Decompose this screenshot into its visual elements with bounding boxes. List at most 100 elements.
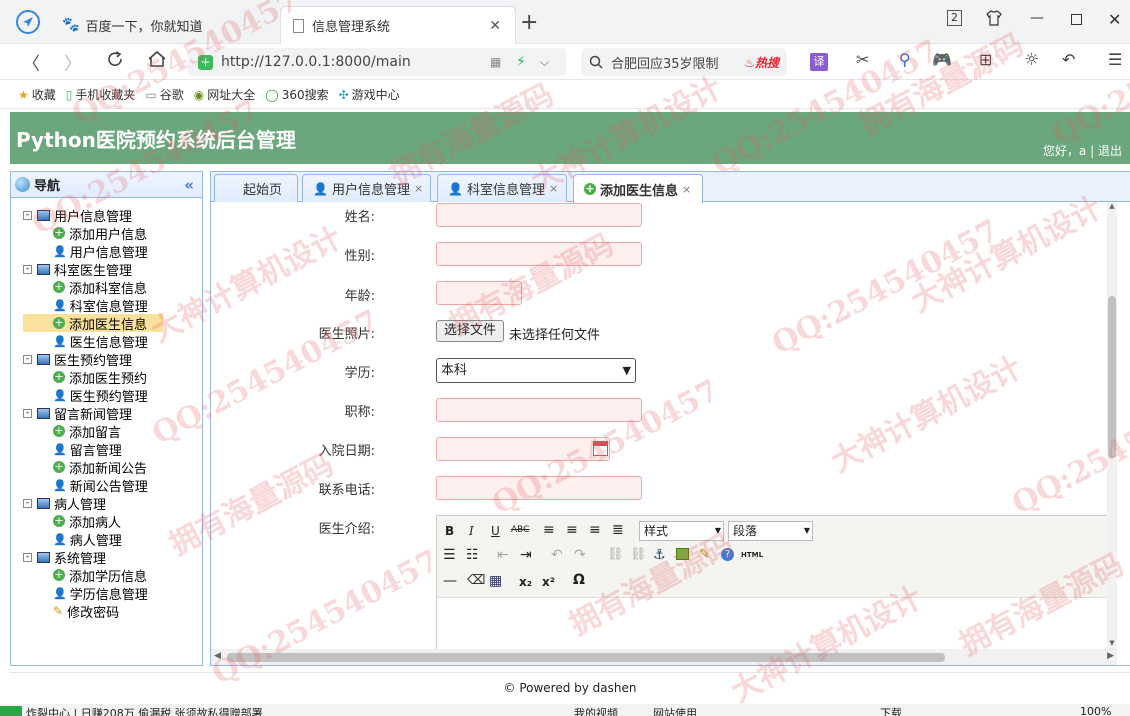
sidebar-group[interactable]: - 系统管理: [23, 548, 106, 567]
bookmark-google[interactable]: ▭ 谷歌: [145, 86, 183, 103]
sidebar-group[interactable]: - 用户信息管理: [23, 206, 132, 225]
sidebar-item[interactable]: 👤 科室信息管理: [53, 296, 148, 315]
scrollbar-down-arrow[interactable]: ▼: [1107, 639, 1117, 649]
bolt-icon[interactable]: ⚡: [516, 54, 526, 70]
style-select[interactable]: 样式 ▼: [639, 521, 724, 541]
name-input[interactable]: [436, 203, 642, 227]
browser-tab-baidu[interactable]: 🐾 百度一下，你就知道: [56, 6, 271, 44]
maximize-icon[interactable]: [1071, 14, 1082, 25]
align-justify-icon[interactable]: ≣: [612, 522, 624, 538]
eraser-icon[interactable]: ⌫: [467, 573, 485, 588]
sidebar-item[interactable]: 👤 医生信息管理: [53, 332, 148, 351]
bullet-list-icon[interactable]: ☰: [443, 547, 456, 563]
status-video[interactable]: 我的视频: [574, 705, 618, 716]
sidebar-item[interactable]: 👤 学历信息管理: [53, 584, 148, 603]
close-icon[interactable]: ×: [682, 183, 691, 196]
choose-file-button[interactable]: 选择文件: [436, 320, 505, 342]
chevron-down-icon[interactable]: ⌵: [540, 55, 549, 70]
sidebar-item[interactable]: + 添加留言: [53, 422, 121, 441]
sidebar-item[interactable]: + 添加用户信息: [53, 224, 147, 243]
sidebar-group[interactable]: - 留言新闻管理: [23, 404, 132, 423]
collapse-box-icon[interactable]: -: [23, 552, 32, 562]
tab-start[interactable]: 起始页: [214, 174, 298, 202]
close-icon[interactable]: ×: [414, 182, 423, 195]
bookmark-mobile[interactable]: ▯ 手机收藏夹: [66, 86, 136, 103]
shirt-icon[interactable]: [986, 10, 1002, 26]
sidebar-item[interactable]: + 添加新闻公告: [53, 458, 147, 477]
sidebar-item[interactable]: 👤 病人管理: [53, 530, 122, 549]
redo-icon[interactable]: ↷: [574, 547, 586, 563]
address-bar[interactable]: + http://127.0.0.1:8000/main ▦ ⚡ ⌵: [188, 48, 566, 76]
sidebar-item[interactable]: + 添加医生预约: [53, 368, 147, 387]
help-icon[interactable]: ?: [721, 548, 734, 561]
search-box[interactable]: 合肥回应35岁限制 ♨热搜: [581, 48, 787, 76]
hot-search-badge[interactable]: ♨热搜: [744, 54, 779, 71]
sidebar-item[interactable]: + 添加医生信息: [23, 314, 163, 333]
date-input[interactable]: [436, 437, 610, 461]
image-icon[interactable]: [676, 548, 689, 560]
sidebar-item[interactable]: 👤 用户信息管理: [53, 242, 148, 261]
gender-input[interactable]: [436, 242, 642, 266]
title-input[interactable]: [436, 398, 642, 422]
tab-user-info[interactable]: 👤 用户信息管理 ×: [302, 174, 431, 202]
link-icon[interactable]: ⛓: [607, 547, 624, 562]
search-text[interactable]: 合肥回应35岁限制: [611, 53, 719, 72]
scrollbar-thumb[interactable]: [1108, 296, 1116, 458]
translate-icon[interactable]: 译: [810, 53, 828, 71]
sidebar-item[interactable]: ✎ 修改密码: [53, 602, 119, 621]
scrollbar-thumb[interactable]: [227, 653, 945, 662]
tab-dept-info[interactable]: 👤 科室信息管理 ×: [437, 174, 567, 202]
undo-icon[interactable]: ↶: [551, 547, 563, 563]
scissors-icon[interactable]: ✂: [856, 50, 869, 69]
html-icon[interactable]: HTML: [741, 551, 763, 559]
bookmark-360[interactable]: ◯ 360搜索: [265, 86, 328, 103]
tab-add-doctor[interactable]: + 添加医生信息 ×: [573, 174, 703, 203]
status-zoom[interactable]: 100%: [1080, 705, 1111, 716]
logout-link[interactable]: 退出: [1098, 144, 1122, 158]
underline-icon[interactable]: U: [491, 524, 500, 538]
forward-icon[interactable]: 〉: [64, 50, 82, 76]
new-tab-button[interactable]: +: [520, 10, 538, 35]
apps-grid-icon[interactable]: ⊞: [979, 50, 992, 69]
magnifier-icon[interactable]: ⚲: [899, 50, 911, 69]
scrollbar-up-arrow[interactable]: ▲: [1107, 202, 1117, 212]
education-select[interactable]: 本科 ▼: [436, 358, 636, 383]
home-icon[interactable]: [147, 50, 167, 68]
browser-logo-icon[interactable]: [16, 10, 40, 34]
subscript-icon[interactable]: x₂: [519, 575, 532, 589]
sidebar-item[interactable]: + 添加病人: [53, 512, 121, 531]
gamepad-icon[interactable]: 🎮: [932, 50, 952, 69]
back-icon[interactable]: 〈: [22, 50, 40, 76]
superscript-icon[interactable]: x²: [542, 575, 555, 589]
scrollbar-left-arrow[interactable]: ◀: [214, 651, 221, 661]
close-tab-icon[interactable]: ✕: [489, 18, 501, 34]
collapse-box-icon[interactable]: -: [23, 210, 32, 220]
align-left-icon[interactable]: ≡: [543, 522, 555, 538]
collapse-box-icon[interactable]: -: [23, 408, 32, 418]
qr-icon[interactable]: ▦: [490, 55, 501, 69]
table-icon[interactable]: ▦: [489, 573, 502, 589]
collapse-icon[interactable]: «: [184, 176, 194, 194]
collapse-box-icon[interactable]: -: [23, 264, 32, 274]
special-char-icon[interactable]: Ω: [573, 572, 585, 588]
indent-icon[interactable]: ⇥: [520, 547, 532, 563]
cleanup-icon[interactable]: ✎: [699, 547, 710, 562]
phone-input[interactable]: [436, 476, 642, 500]
paragraph-select[interactable]: 段落 ▼: [728, 521, 813, 541]
strike-icon[interactable]: ABC: [511, 525, 529, 535]
unlink-icon[interactable]: ⛓: [630, 547, 647, 562]
close-window-icon[interactable]: ✕: [1108, 10, 1121, 29]
undo-icon[interactable]: ↶: [1062, 50, 1075, 69]
outdent-icon[interactable]: ⇤: [497, 547, 509, 563]
status-news-text[interactable]: 炸裂中心 | 日赚208万 偷漏税 张须故私得赠部署: [26, 705, 263, 716]
horizontal-scrollbar[interactable]: ◀ ▶: [211, 649, 1117, 665]
bookmark-sites[interactable]: ◉ 网址大全: [194, 86, 256, 103]
sidebar-group[interactable]: - 医生预约管理: [23, 350, 132, 369]
sidebar-item[interactable]: 👤 留言管理: [53, 440, 122, 459]
minimize-icon[interactable]: —: [1030, 10, 1044, 26]
vertical-scrollbar[interactable]: ▲ ▼: [1107, 202, 1117, 649]
status-web[interactable]: 网站使用: [653, 705, 697, 716]
align-right-icon[interactable]: ≡: [589, 522, 601, 538]
close-icon[interactable]: ×: [549, 182, 558, 195]
collapse-box-icon[interactable]: -: [23, 354, 32, 364]
